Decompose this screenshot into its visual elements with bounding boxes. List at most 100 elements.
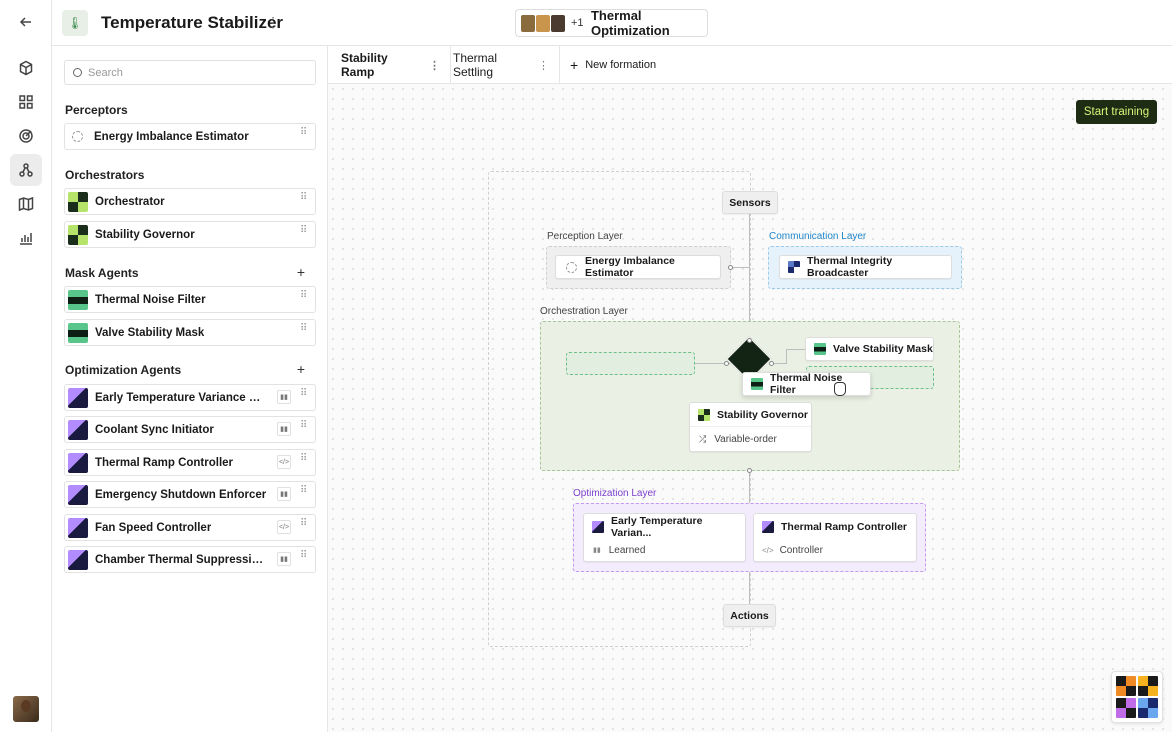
components-icon[interactable]	[10, 86, 42, 118]
sensors-node[interactable]: Sensors	[722, 191, 778, 214]
optimization-agent-icon	[68, 549, 88, 570]
logo-tile	[1116, 698, 1136, 718]
sidebar-item[interactable]: Fan Speed Controller </> ⠿	[64, 514, 316, 541]
sidebar-item-label: Thermal Ramp Controller	[95, 456, 234, 469]
add-optimization-agent-button[interactable]: +	[297, 361, 305, 377]
actions-node[interactable]: Actions	[723, 604, 776, 627]
code-icon: </>	[762, 545, 774, 555]
optimization-layer-title: Optimization Layer	[573, 488, 657, 499]
collaboration-pill[interactable]: +1 Thermal Optimization	[515, 8, 708, 38]
top-bar: 🌡 Temperature Stabilizer ⋮ +1 Thermal Op…	[52, 0, 1172, 46]
start-training-button[interactable]: Start training	[1076, 100, 1157, 124]
search-placeholder: Search	[88, 66, 123, 79]
node-sublabel: Controller	[779, 544, 823, 556]
logo-tile	[1138, 676, 1158, 696]
new-formation-label: New formation	[585, 59, 657, 71]
project-title: Thermal Optimization	[590, 8, 670, 38]
loading-circle-icon	[566, 261, 577, 273]
collaborator-avatars	[521, 14, 566, 32]
sidebar-item[interactable]: Chamber Thermal Suppression A... ▮▮ ⠿	[64, 546, 316, 573]
section-mask-agents: Mask Agents	[65, 266, 139, 280]
drag-handle-icon[interactable]: ⠿	[300, 486, 307, 496]
sidebar-item[interactable]: Orchestrator ⠿	[64, 188, 316, 215]
optimization-agent-icon	[68, 387, 88, 408]
section-optimization-agents: Optimization Agents	[65, 363, 182, 377]
add-mask-agent-button[interactable]: +	[297, 264, 305, 280]
sidebar-item[interactable]: Energy Imbalance Estimator ⠿	[64, 123, 316, 150]
node-label: Energy Imbalance Estimator	[585, 255, 675, 279]
more-icon[interactable]: ⋮	[538, 59, 549, 72]
node-label: Valve Stability Mask	[833, 343, 933, 355]
collaborator-avatar	[521, 14, 535, 32]
code-icon: </>	[277, 455, 291, 469]
drop-placeholder[interactable]	[566, 352, 695, 375]
user-avatar[interactable]	[13, 696, 39, 722]
optimization-agent-icon	[68, 484, 88, 505]
search-field[interactable]: Search	[64, 60, 316, 85]
sidebar-item-label: Thermal Noise Filter	[95, 293, 206, 306]
perception-layer-title: Perception Layer	[547, 231, 623, 242]
shuffle-icon: ⤮	[699, 433, 707, 444]
sidebar-item[interactable]: Stability Governor ⠿	[64, 221, 316, 248]
sidebar-item[interactable]: Emergency Shutdown Enforcer ▮▮ ⠿	[64, 481, 316, 508]
sidebar-item[interactable]: Coolant Sync Initiator ▮▮ ⠿	[64, 416, 316, 443]
drag-handle-icon[interactable]: ⠿	[300, 389, 307, 399]
connector	[774, 363, 786, 364]
drag-handle-icon[interactable]: ⠿	[300, 324, 307, 334]
valve-stability-node[interactable]: Valve Stability Mask	[805, 337, 934, 361]
sidebar-item[interactable]: Thermal Ramp Controller </> ⠿	[64, 449, 316, 476]
drag-handle-icon[interactable]: ⠿	[300, 551, 307, 561]
optimization-agent-icon	[762, 520, 774, 533]
drag-handle-icon[interactable]: ⠿	[300, 421, 307, 431]
sidebar-item-label: Valve Stability Mask	[95, 326, 205, 339]
thermal-integrity-node[interactable]: Thermal Integrity Broadcaster	[779, 255, 952, 279]
nav-rail	[0, 0, 52, 732]
tab-thermal-settling[interactable]: Thermal Settling ⋮	[453, 46, 560, 84]
network-icon[interactable]	[10, 154, 42, 186]
thermal-noise-node-dragging[interactable]: Thermal Noise Filter	[742, 372, 871, 396]
drag-handle-icon[interactable]: ⠿	[300, 193, 307, 203]
energy-imbalance-node[interactable]: Energy Imbalance Estimator	[555, 255, 721, 279]
chart-icon[interactable]	[10, 222, 42, 254]
grab-cursor-icon	[834, 382, 846, 396]
map-icon[interactable]	[10, 188, 42, 220]
stability-governor-node[interactable]: Stability Governor ⤮ Variable-order	[689, 402, 812, 452]
optimization-agent-icon	[68, 452, 88, 473]
new-formation-button[interactable]: + New formation	[570, 46, 656, 84]
connector-dot	[747, 468, 752, 473]
bar-chart-icon: ▮▮	[277, 422, 291, 436]
mask-agent-icon	[814, 343, 826, 355]
target-icon[interactable]	[10, 120, 42, 152]
drag-handle-icon[interactable]: ⠿	[300, 519, 307, 529]
tab-label: Stability Ramp	[341, 51, 388, 79]
brand-logo-icon[interactable]	[1111, 671, 1163, 723]
orchestrator-icon	[68, 224, 88, 245]
drag-handle-icon[interactable]: ⠿	[300, 128, 307, 138]
thermal-ramp-node[interactable]: Thermal Ramp Controller </> Controller	[753, 513, 917, 562]
sidebar-item[interactable]: Valve Stability Mask ⠿	[64, 319, 316, 346]
early-temperature-node[interactable]: Early Temperature Varian... ▮▮ Learned	[583, 513, 746, 562]
loading-circle-icon	[72, 131, 83, 142]
sidebar-item-label: Chamber Thermal Suppression A...	[95, 553, 267, 566]
orchestrator-icon	[68, 191, 88, 212]
sidebar-item[interactable]: Early Temperature Variance Supp... ▮▮ ⠿	[64, 384, 316, 411]
more-icon[interactable]: ⋮	[266, 14, 280, 31]
connector	[731, 267, 749, 268]
graph-canvas[interactable]: Start training Sensors Perception Layer …	[328, 84, 1172, 732]
cube-icon[interactable]	[10, 52, 42, 84]
back-arrow-icon[interactable]	[10, 6, 42, 38]
node-label: Thermal Integrity Broadcaster	[807, 255, 893, 279]
tab-stability-ramp[interactable]: Stability Ramp ⋮	[341, 46, 451, 84]
drag-handle-icon[interactable]: ⠿	[300, 454, 307, 464]
broadcaster-icon	[788, 261, 800, 273]
drag-handle-icon[interactable]: ⠿	[300, 226, 307, 236]
bar-chart-icon: ▮▮	[277, 390, 291, 404]
node-label: Thermal Ramp Controller	[781, 520, 908, 533]
tab-label: Thermal Settling	[453, 51, 498, 79]
plus-icon: +	[570, 57, 579, 73]
more-icon[interactable]: ⋮	[429, 59, 440, 72]
drag-handle-icon[interactable]: ⠿	[300, 291, 307, 301]
collaborator-avatar	[551, 14, 565, 32]
sidebar-item[interactable]: Thermal Noise Filter ⠿	[64, 286, 316, 313]
page-title: Temperature Stabilizer	[101, 13, 284, 32]
